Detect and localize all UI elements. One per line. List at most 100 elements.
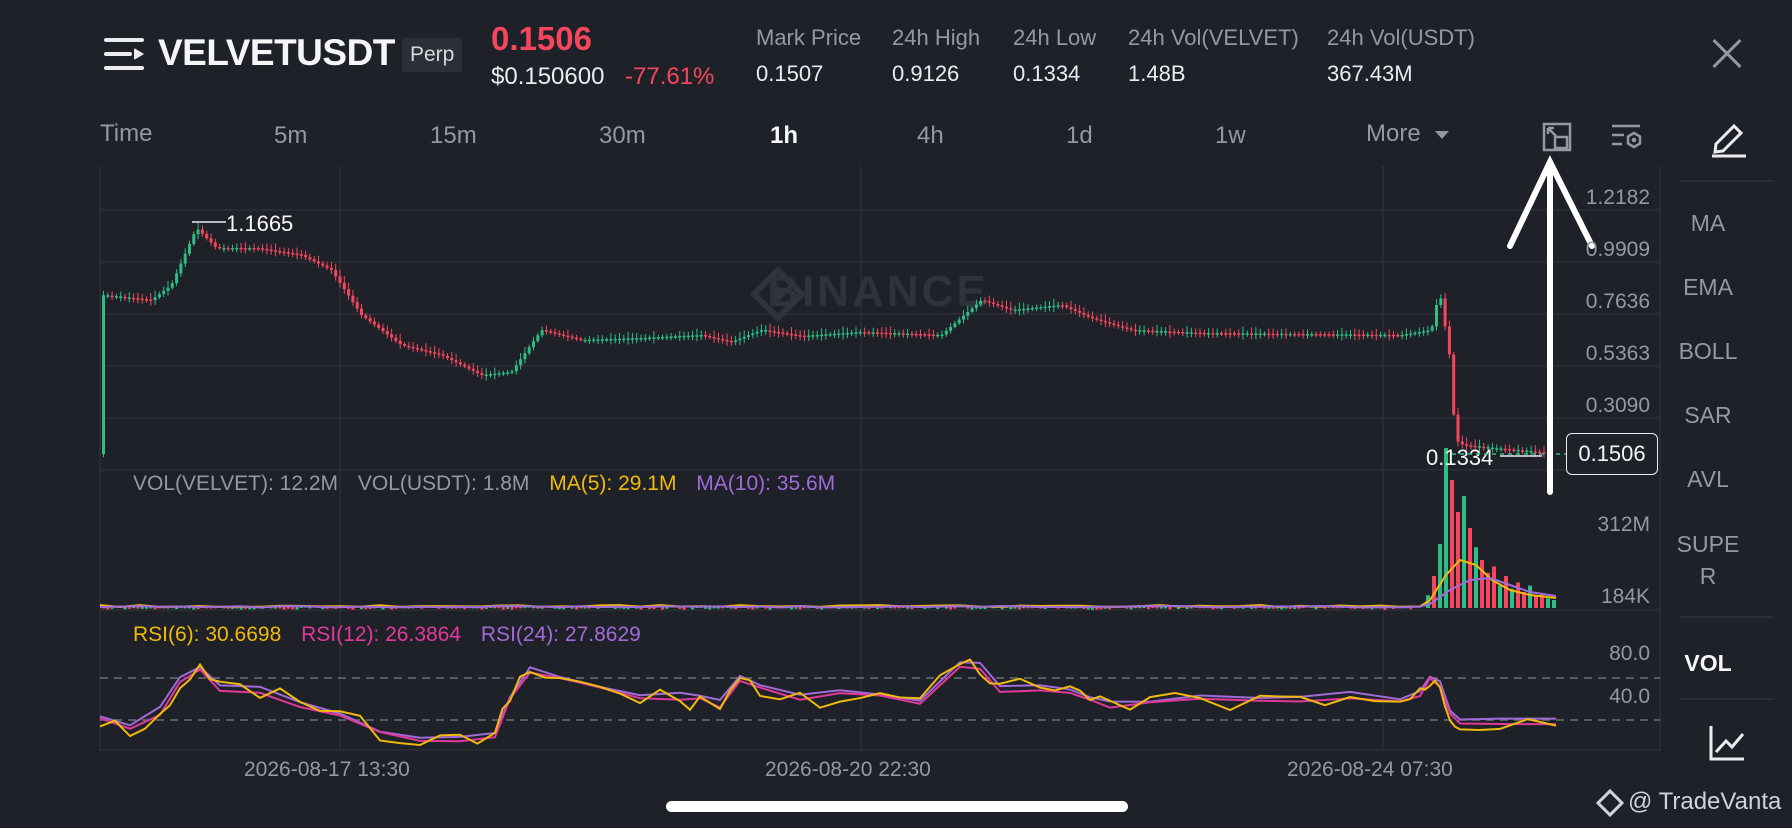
candle-body [1396, 334, 1400, 337]
candle-body [802, 335, 806, 338]
candle-body [1284, 333, 1288, 336]
candle-body [923, 334, 927, 336]
candle-body [936, 334, 940, 337]
candle-body [441, 354, 445, 356]
candle-body [811, 335, 815, 337]
candle-body [1073, 309, 1077, 311]
candle-body [1013, 309, 1017, 312]
candle-body [308, 257, 312, 260]
candle-body [1314, 334, 1318, 336]
candle-body [764, 330, 768, 332]
candle-body [428, 351, 432, 353]
candle-body [205, 233, 209, 239]
candle-body [1095, 318, 1099, 320]
candle-body [110, 295, 114, 298]
candle-body [919, 334, 922, 336]
candle-body [1155, 330, 1159, 333]
candle-body [1228, 333, 1232, 335]
candle-body [106, 295, 110, 297]
candle-body [1288, 333, 1292, 336]
candle-body [1125, 327, 1129, 329]
watermark-handle: @ TradeVanta [1628, 788, 1782, 815]
candle-body [218, 246, 222, 249]
volume-bar [1468, 528, 1472, 608]
candle-body [1181, 332, 1185, 334]
candle-body [1370, 334, 1374, 337]
candle-body [295, 253, 299, 256]
candle-body [123, 296, 127, 299]
candle-body [523, 353, 527, 360]
candle-body [708, 335, 712, 338]
candle-body [1529, 451, 1533, 453]
candle-body [433, 352, 437, 354]
price-axis-label: 0.3090 [1585, 394, 1650, 417]
candle-body [1301, 333, 1305, 336]
vol-ma5-legend: MA(5): 29.1M [549, 472, 677, 495]
candle-body [355, 302, 359, 309]
candle-body [841, 333, 845, 335]
candle-body [833, 333, 836, 336]
candle-body [1091, 316, 1094, 319]
candle-body [1000, 305, 1004, 307]
candle-body [463, 364, 467, 367]
candle-body [755, 331, 759, 334]
candle-body [721, 338, 725, 341]
candle-body [424, 350, 428, 352]
candle-body [1409, 333, 1413, 335]
candle-body [415, 347, 419, 350]
close-icon[interactable] [1710, 38, 1742, 70]
candle-body [114, 296, 118, 298]
candle-body [1254, 333, 1258, 336]
candle-body [1422, 331, 1426, 333]
candle-body [1426, 330, 1430, 333]
candle-body [1250, 333, 1254, 335]
candle-body [562, 334, 566, 336]
candle-body [1168, 331, 1172, 333]
candlestick-series [102, 222, 1550, 458]
volume-bar [136, 606, 140, 609]
candle-body [394, 337, 398, 341]
candle-body [575, 337, 578, 340]
candle-body [785, 333, 789, 335]
candle-body [725, 339, 729, 342]
price-axis-label: 0.9909 [1585, 238, 1650, 261]
candle-body [1331, 334, 1335, 336]
candle-body [1164, 331, 1168, 333]
volume-ma10-line [99, 576, 1557, 609]
volume-bar [1155, 606, 1159, 609]
candle-body [458, 362, 462, 365]
candle-body [446, 355, 449, 358]
candle-body [807, 335, 811, 338]
candle-body [1215, 333, 1219, 335]
candle-body [781, 332, 785, 335]
candle-body [1271, 333, 1275, 336]
candle-body [544, 330, 548, 332]
candle-body [209, 238, 213, 243]
candle-body [1099, 319, 1103, 322]
candle-body [1103, 320, 1107, 323]
candle-body [738, 338, 742, 341]
candle-body [179, 263, 183, 274]
candle-body [532, 341, 535, 348]
candle-body [914, 333, 918, 336]
candle-body [222, 248, 226, 250]
candle-body [824, 334, 828, 336]
candle-body [695, 335, 699, 337]
candle-body [1194, 332, 1198, 335]
candle-body [910, 333, 914, 336]
candle-body [1306, 334, 1309, 336]
candle-body [1533, 451, 1537, 453]
line-chart-icon[interactable] [1708, 724, 1746, 762]
candle-body [1202, 332, 1206, 335]
draw-tool-icon[interactable] [1710, 118, 1748, 158]
candle-body [265, 248, 269, 251]
candle-body [656, 337, 660, 339]
candle-body [630, 338, 634, 340]
candle-body [1237, 333, 1241, 335]
candle-body [1224, 333, 1228, 335]
candle-body [235, 248, 239, 250]
home-indicator[interactable] [666, 801, 1128, 812]
candle-body [398, 340, 402, 345]
kline-chart[interactable]: BINANCE 1.1665 0.1334 [0, 0, 1680, 790]
candle-body [437, 353, 441, 355]
